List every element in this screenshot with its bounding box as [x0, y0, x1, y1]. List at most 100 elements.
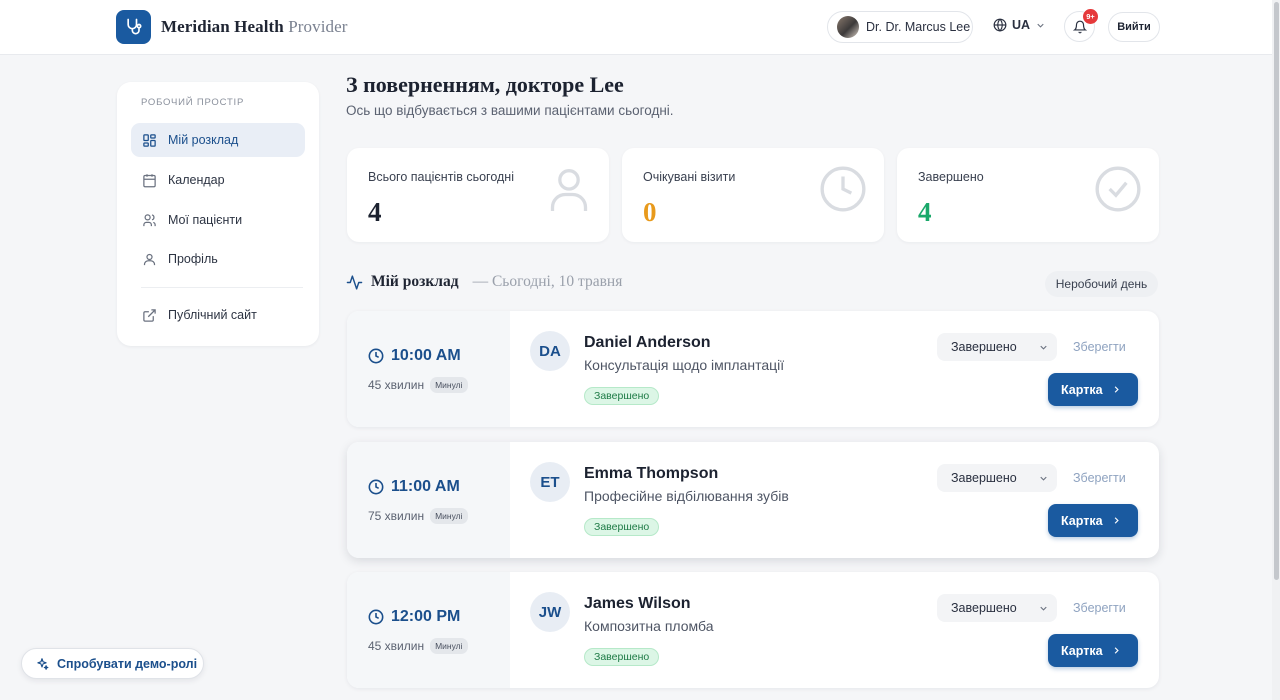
chevron-right-icon: [1114, 517, 1119, 524]
page-subtitle: Ось що відбувається з вашими пацієнтами …: [346, 103, 674, 118]
sidebar: РОБОЧИЙ ПРОСТІР Мій розклад Календар Мої…: [117, 82, 319, 346]
chevron-down-icon: [1040, 606, 1047, 611]
status-select-value: Завершено: [951, 471, 1017, 485]
card-button-label: Картка: [1061, 513, 1103, 528]
status-select[interactable]: Завершено: [937, 333, 1057, 361]
patient-card-button[interactable]: Картка: [1048, 634, 1138, 667]
status-select-value: Завершено: [951, 601, 1017, 615]
appointment-time-panel: 12:00 PM 45 хвилин Минулі: [347, 572, 510, 688]
patient-card-button[interactable]: Картка: [1048, 504, 1138, 537]
grid-icon: [143, 133, 156, 147]
schedule-heading: Мій розклад — Сьогодні, 10 травня: [346, 273, 622, 291]
procedure-name: Композитна пломба: [584, 618, 714, 634]
notification-count-badge: 9+: [1083, 9, 1098, 24]
activity-icon: [346, 274, 363, 290]
globe-icon: [993, 18, 1007, 32]
appointment-time: 12:00 PM: [368, 608, 460, 626]
user-name: Dr. Dr. Marcus Lee: [866, 20, 971, 34]
brand-bold: Meridian Health: [161, 17, 284, 36]
sidebar-item-profile[interactable]: Профіль: [131, 242, 305, 276]
sidebar-item-my-patients[interactable]: Мої пацієнти: [131, 203, 305, 237]
appointment-duration: 75 хвилин Минулі: [368, 508, 468, 524]
status-select[interactable]: Завершено: [937, 464, 1057, 492]
sidebar-item-calendar[interactable]: Календар: [131, 163, 305, 197]
save-button[interactable]: Зберегти: [1073, 601, 1126, 615]
sidebar-item-my-schedule[interactable]: Мій розклад: [131, 123, 305, 157]
stat-label: Завершено: [918, 170, 984, 184]
card-button-label: Картка: [1061, 382, 1103, 397]
calendar-icon: [143, 173, 156, 187]
stat-card-total-patients: Всього пацієнтів сьогодні 4: [347, 148, 609, 242]
try-demo-roles-button[interactable]: Спробувати демо-ролі: [21, 648, 204, 679]
sidebar-item-public-site[interactable]: Публічний сайт: [131, 298, 305, 332]
appointment-card: 11:00 AM 75 хвилин Минулі ET Emma Thomps…: [347, 442, 1159, 558]
past-tag: Минулі: [430, 508, 468, 524]
brand-light: Provider: [288, 17, 348, 36]
appointment-card: 10:00 AM 45 хвилин Минулі DA Daniel Ande…: [347, 311, 1159, 427]
stat-value: 4: [368, 197, 382, 227]
save-button[interactable]: Зберегти: [1073, 471, 1126, 485]
clock-icon: [368, 609, 384, 625]
duration-label: 45 хвилин: [368, 639, 425, 653]
patient-name: Daniel Anderson: [584, 334, 711, 351]
clock-icon: [368, 348, 384, 364]
time-label: 12:00 PM: [391, 608, 461, 625]
sidebar-item-label: Мій розклад: [168, 133, 239, 147]
status-select[interactable]: Завершено: [937, 594, 1057, 622]
stat-label: Всього пацієнтів сьогодні: [368, 170, 514, 184]
status-badge: Завершено: [584, 387, 660, 405]
scrollbar-thumb[interactable]: [1274, 2, 1279, 580]
check-circle-icon: [1095, 166, 1141, 212]
users-icon: [143, 213, 156, 226]
patient-name: James Wilson: [584, 595, 691, 612]
brand-name[interactable]: Meridian Health Provider: [161, 17, 348, 37]
status-select-value: Завершено: [951, 340, 1017, 354]
clock-icon: [820, 166, 866, 212]
sidebar-heading: РОБОЧИЙ ПРОСТІР: [141, 97, 245, 108]
chevron-down-icon: [1040, 345, 1047, 350]
sidebar-item-label: Мої пацієнти: [168, 213, 243, 227]
appointment-time-panel: 10:00 AM 45 хвилин Минулі: [347, 311, 510, 427]
stat-card-completed: Завершено 4: [897, 148, 1159, 242]
non-working-day-button[interactable]: Неробочий день: [1045, 271, 1158, 297]
time-label: 10:00 AM: [391, 347, 461, 364]
procedure-name: Консультація щодо імплантації: [584, 357, 785, 373]
duration-label: 75 хвилин: [368, 509, 425, 523]
patient-initials-avatar: JW: [530, 592, 570, 632]
chevron-right-icon: [1114, 647, 1119, 654]
chevron-down-icon: [1037, 23, 1044, 28]
stat-value: 0: [643, 197, 657, 227]
schedule-date: — Сьогодні, 10 травня: [472, 273, 623, 290]
procedure-name: Професійне відбілювання зубів: [584, 488, 789, 504]
sidebar-item-label: Публічний сайт: [168, 308, 257, 322]
status-badge: Завершено: [584, 518, 660, 536]
person-icon: [550, 169, 588, 211]
patient-initials-avatar: DA: [530, 331, 570, 371]
clock-icon: [368, 479, 384, 495]
user-icon: [143, 253, 156, 265]
stat-card-pending-visits: Очікувані візити 0: [622, 148, 884, 242]
external-link-icon: [143, 308, 156, 322]
status-badge: Завершено: [584, 648, 660, 666]
save-button[interactable]: Зберегти: [1073, 340, 1126, 354]
demo-button-label: Спробувати демо-ролі: [57, 656, 198, 671]
language-label: UA: [1012, 18, 1031, 32]
logout-button[interactable]: Вийти: [1108, 12, 1160, 42]
duration-label: 45 хвилин: [368, 378, 425, 392]
appointment-time: 11:00 AM: [368, 478, 460, 496]
user-menu-button[interactable]: Dr. Dr. Marcus Lee: [827, 11, 973, 43]
avatar: [837, 16, 859, 38]
appointment-time: 10:00 AM: [368, 347, 461, 365]
time-label: 11:00 AM: [391, 478, 460, 495]
card-button-label: Картка: [1061, 643, 1103, 658]
schedule-title: Мій розклад: [371, 273, 459, 290]
appointment-duration: 45 хвилин Минулі: [368, 377, 468, 393]
appointment-time-panel: 11:00 AM 75 хвилин Минулі: [347, 442, 510, 558]
language-switcher[interactable]: UA: [993, 18, 1046, 32]
stethoscope-logo-icon[interactable]: [116, 10, 151, 44]
past-tag: Минулі: [430, 638, 468, 654]
patient-card-button[interactable]: Картка: [1048, 373, 1138, 406]
patient-name: Emma Thompson: [584, 465, 719, 482]
stat-label: Очікувані візити: [643, 170, 736, 184]
sidebar-item-label: Профіль: [168, 252, 218, 266]
